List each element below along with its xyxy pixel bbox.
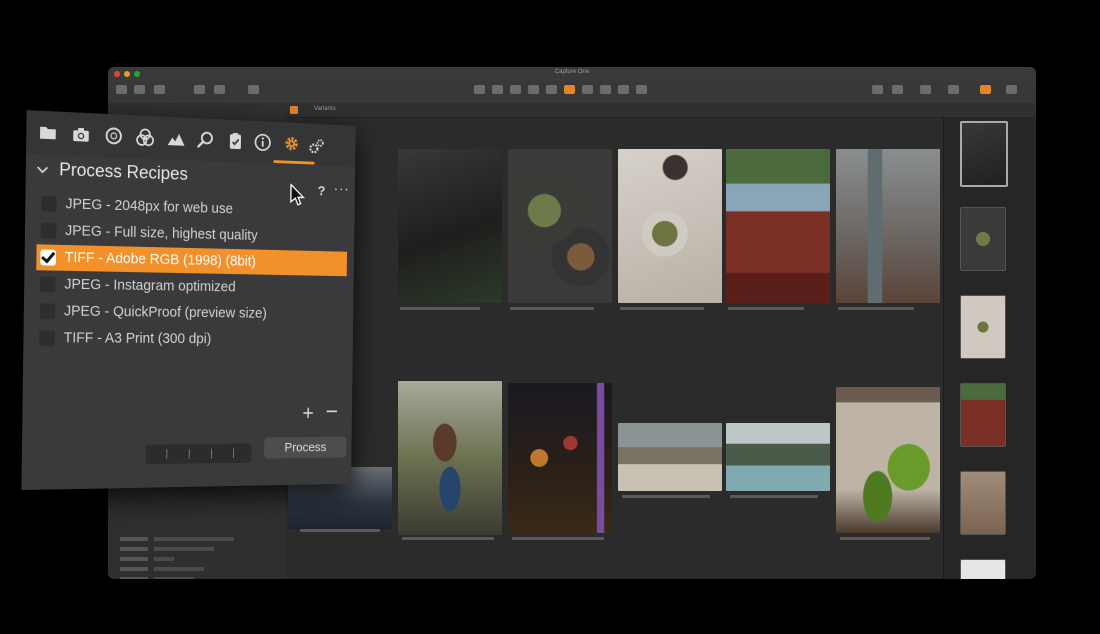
recipe-checkbox[interactable] <box>39 276 56 293</box>
recipe-label: JPEG - Full size, highest quality <box>65 223 258 244</box>
instructions-icon[interactable] <box>1006 85 1017 94</box>
filmstrip-thumb-selected[interactable] <box>960 121 1008 187</box>
metadata-list <box>120 535 280 579</box>
thumbnail-caption <box>730 495 818 498</box>
filmstrip-thumb[interactable] <box>960 207 1006 271</box>
thumbnail-caption <box>620 307 704 310</box>
recipe-item[interactable]: JPEG - Instagram optimized <box>36 271 347 301</box>
viewer-icon[interactable] <box>892 85 903 94</box>
clipboard-icon[interactable] <box>226 131 245 151</box>
section-title: Process Recipes <box>59 159 189 184</box>
filmstrip-thumb[interactable] <box>960 559 1006 579</box>
thumbnail-caption <box>728 307 804 310</box>
recipe-item[interactable]: TIFF - A3 Print (300 dpi) <box>35 325 346 353</box>
info-icon[interactable] <box>254 132 272 152</box>
process-toolbar-icon[interactable] <box>980 85 991 94</box>
recipe-label: TIFF - A3 Print (300 dpi) <box>63 330 212 348</box>
thumbnail-caption <box>400 307 480 310</box>
recipe-label: JPEG - 2048px for web use <box>65 196 234 218</box>
recipe-label: JPEG - Instagram optimized <box>64 276 236 296</box>
session-icon[interactable] <box>154 85 165 94</box>
color-icon[interactable] <box>136 127 155 147</box>
capture-icon[interactable] <box>134 85 145 94</box>
recipe-checkbox[interactable] <box>39 330 56 347</box>
thumbnail-boats[interactable] <box>726 149 830 303</box>
add-recipe-button[interactable]: + <box>302 401 314 425</box>
thumbnail-caption <box>510 307 594 310</box>
recipe-label: JPEG - QuickProof (preview size) <box>63 303 267 322</box>
output-gear-icon[interactable] <box>282 134 300 154</box>
main-toolbar <box>108 81 1036 103</box>
section-header[interactable]: Process Recipes <box>36 158 189 184</box>
import-icon[interactable] <box>116 85 127 94</box>
active-tab-indicator <box>273 160 315 165</box>
process-button[interactable]: Process <box>264 436 347 459</box>
thumbnail-caption <box>838 307 914 310</box>
annotate-icon[interactable] <box>636 85 647 94</box>
recipe-checkbox[interactable] <box>40 222 57 239</box>
exposure-icon[interactable] <box>167 128 186 148</box>
recipe-label: TIFF - Adobe RGB (1998) (8bit) <box>64 249 256 270</box>
thumbnail-caption <box>512 537 604 540</box>
batch-gears-icon[interactable] <box>308 137 326 157</box>
filter-icon[interactable] <box>290 106 298 114</box>
thumbnail-karst-islands[interactable] <box>726 423 830 491</box>
filmstrip-thumb[interactable] <box>960 471 1006 535</box>
grid-view-icon[interactable] <box>872 85 883 94</box>
recipe-item[interactable]: JPEG - QuickProof (preview size) <box>35 298 346 327</box>
thumbnail-caption <box>622 495 710 498</box>
thumbnail-white-table-food[interactable] <box>618 149 722 303</box>
help-button[interactable]: ? <box>318 183 326 198</box>
browser-subbar: Variants <box>108 103 1036 118</box>
window-title: Capture One <box>554 69 590 75</box>
variant-label: Variants <box>314 106 336 112</box>
eraser-tool-icon[interactable] <box>582 85 593 94</box>
thumbnail-caption <box>840 537 930 540</box>
redo-icon[interactable] <box>214 85 225 94</box>
recipe-checkbox[interactable] <box>39 303 56 320</box>
pan-tool-icon[interactable] <box>474 85 485 94</box>
thumbnail-night-lights[interactable] <box>508 383 612 533</box>
circle-icon[interactable] <box>104 126 123 147</box>
picker-tool-icon[interactable] <box>600 85 611 94</box>
rotate-tool-icon[interactable] <box>528 85 539 94</box>
proof-icon[interactable] <box>948 85 959 94</box>
undo-icon[interactable] <box>194 85 205 94</box>
recipe-checkbox-checked[interactable] <box>40 249 57 266</box>
exposure-warning-icon[interactable] <box>920 85 931 94</box>
camera-icon[interactable] <box>71 124 91 145</box>
keystone-tool-icon[interactable] <box>546 85 557 94</box>
window-titlebar: Capture One <box>108 67 1036 81</box>
process-recipes-panel: Process Recipes ? ··· JPEG - 2048px for … <box>21 110 356 491</box>
reset-icon[interactable] <box>248 85 259 94</box>
layer-brush-icon[interactable] <box>564 85 575 94</box>
filmstrip-thumb[interactable] <box>960 295 1006 359</box>
thumbnail-caption <box>300 529 380 532</box>
thumbnail-beach-boats[interactable] <box>618 423 722 491</box>
thumbnail-dark-food[interactable] <box>398 149 502 303</box>
thumbnail-salad-bowls[interactable] <box>508 149 612 303</box>
thumbnail-banana-plant[interactable] <box>836 387 940 533</box>
crop-tool-icon[interactable] <box>510 85 521 94</box>
details-icon[interactable] <box>197 130 216 150</box>
thumbnail-caption <box>402 537 494 540</box>
filmstrip-thumb[interactable] <box>960 383 1006 447</box>
chevron-down-icon[interactable] <box>36 162 50 176</box>
filmstrip <box>943 117 1036 579</box>
process-progress-bar <box>145 443 252 465</box>
loupe-tool-icon[interactable] <box>492 85 503 94</box>
thumbnail-skyscraper[interactable] <box>836 149 940 303</box>
folder-icon[interactable] <box>38 123 58 144</box>
recipe-list: JPEG - 2048px for web use JPEG - Full si… <box>35 190 348 353</box>
recipe-checkbox[interactable] <box>40 195 57 212</box>
spot-removal-icon[interactable] <box>618 85 629 94</box>
remove-recipe-button[interactable]: − <box>325 399 338 425</box>
thumbnail-guitar-player[interactable] <box>398 381 502 535</box>
more-options-button[interactable]: ··· <box>334 181 350 198</box>
